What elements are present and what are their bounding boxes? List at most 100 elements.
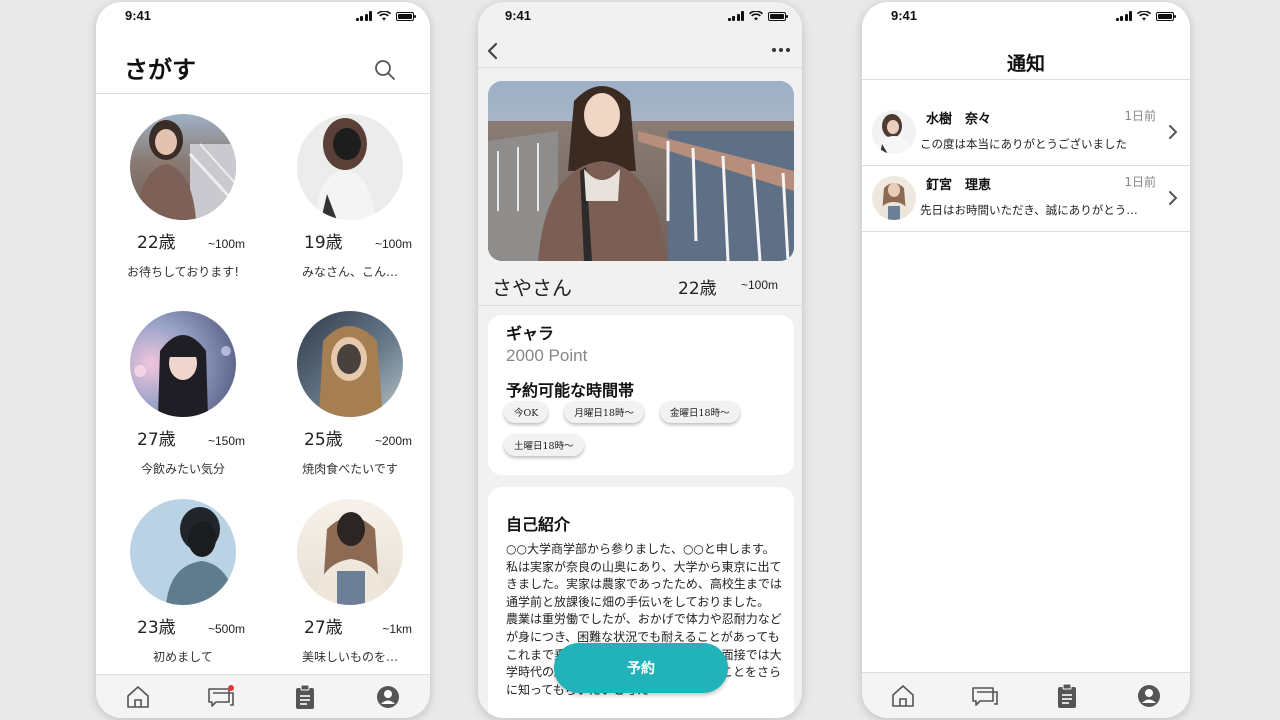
signal-icon — [1115, 11, 1132, 21]
slots-title: 予約可能な時間帯 — [506, 381, 635, 400]
avatar — [130, 311, 236, 417]
tab-reservations[interactable] — [1052, 681, 1082, 711]
notifications-screen: 9:41 通知 水樹 奈々 1日前 この度は本当にありがとうございました 釘宮 … — [862, 2, 1190, 718]
page-title: 通知 — [1006, 53, 1045, 75]
status-bar: 9:41 — [478, 2, 802, 34]
tab-home[interactable] — [888, 681, 918, 711]
header: さがす — [96, 34, 430, 94]
notification-text: 先日はお時間いただき、誠にありがとう… — [920, 203, 1138, 217]
home-icon — [126, 685, 149, 708]
chat-icon — [972, 686, 998, 706]
profile-name: さやさん — [492, 276, 572, 300]
status-bar: 9:41 — [96, 2, 430, 34]
profile-photo — [488, 81, 794, 261]
notification-time: 1日前 — [1124, 175, 1156, 189]
nav-bar — [478, 34, 802, 68]
time-slot-chip[interactable]: 月曜日18時〜 — [564, 401, 644, 423]
distance: ~100m — [207, 237, 245, 251]
profile-message: お待ちしております! — [126, 265, 240, 279]
tab-chat[interactable] — [206, 682, 236, 712]
signal-icon — [727, 11, 744, 21]
profile-message: 初めまして — [153, 650, 213, 664]
clipboard-icon — [1058, 683, 1076, 708]
chevron-right-icon — [1169, 125, 1178, 139]
profile-detail-screen: 9:41 さやさん 22歳 ~100m ギャラ 2000 Point 予約可能な… — [478, 2, 802, 718]
avatar — [130, 499, 236, 605]
chevron-right-icon — [1169, 191, 1178, 205]
tab-reservations[interactable] — [290, 682, 320, 712]
avatar — [297, 114, 403, 220]
distance: ~500m — [207, 622, 245, 636]
home-icon — [892, 684, 914, 707]
profile-card[interactable]: 23歳 ~500m 初めまして — [113, 499, 253, 665]
age: 19歳 — [304, 233, 343, 253]
age: 22歳 — [137, 233, 176, 253]
age: 25歳 — [304, 430, 343, 450]
booking-info-panel: ギャラ 2000 Point 予約可能な時間帯 今OK 月曜日18時〜 金曜日1… — [488, 315, 794, 475]
tab-chat[interactable] — [970, 681, 1000, 711]
profile-message: 美味しいものを… — [301, 650, 398, 664]
fee-title: ギャラ — [506, 324, 555, 343]
time-slot-chip[interactable]: 金曜日18時〜 — [659, 401, 740, 423]
tab-profile[interactable] — [1134, 681, 1164, 711]
intro-title: 自己紹介 — [506, 515, 571, 534]
distance: ~200m — [374, 434, 412, 448]
profile-message: みなさん、こん… — [301, 265, 398, 279]
back-icon[interactable] — [486, 42, 500, 60]
fee-value: 2000 Point — [506, 346, 588, 365]
age: 27歳 — [137, 430, 176, 450]
battery-icon — [396, 11, 416, 21]
age: 27歳 — [304, 618, 343, 638]
profile-message: 焼肉食べたいです — [302, 462, 398, 476]
wifi-icon — [377, 11, 391, 21]
unread-badge — [228, 684, 235, 691]
notification-time: 1日前 — [1124, 109, 1156, 123]
search-screen: 9:41 さがす 22歳 ~100m お待ちしております! 19歳 ~100m みな… — [96, 2, 430, 718]
status-time: 9:41 — [125, 8, 152, 23]
profile-card[interactable]: 27歳 ~150m 今飲みたい気分 — [113, 311, 253, 477]
notification-item[interactable]: 釘宮 理恵 1日前 先日はお時間いただき、誠にありがとう… — [862, 166, 1190, 232]
tab-bar — [862, 672, 1190, 718]
profile-card[interactable]: 27歳 ~1km 美味しいものを… — [280, 499, 420, 665]
signal-icon — [355, 11, 372, 21]
time-slot-list: 今OK 月曜日18時〜 金曜日18時〜 土曜日18時〜 — [504, 401, 784, 456]
distance: ~150m — [207, 434, 245, 448]
page-title: さがす — [124, 56, 196, 84]
profile-card[interactable]: 22歳 ~100m お待ちしております! — [113, 114, 253, 280]
notification-sender: 水樹 奈々 — [926, 112, 992, 127]
distance: ~1km — [382, 622, 412, 636]
avatar — [297, 311, 403, 417]
time-slot-chip[interactable]: 土曜日18時〜 — [504, 434, 584, 456]
profile-message: 今飲みたい気分 — [140, 462, 225, 476]
profile-card[interactable]: 19歳 ~100m みなさん、こん… — [280, 114, 420, 280]
notification-sender: 釘宮 理恵 — [926, 178, 992, 193]
profile-icon — [1138, 684, 1160, 707]
avatar — [297, 499, 403, 605]
age: 23歳 — [137, 618, 176, 638]
profile-age: 22歳 — [678, 279, 717, 299]
header: 通知 — [862, 34, 1190, 80]
status-time: 9:41 — [891, 8, 918, 23]
status-bar: 9:41 — [862, 2, 1190, 34]
wifi-icon — [749, 11, 763, 21]
avatar — [872, 176, 916, 220]
wifi-icon — [1137, 11, 1151, 21]
distance: ~100m — [374, 237, 412, 251]
reserve-button[interactable]: 予約 — [554, 643, 728, 693]
avatar — [130, 114, 236, 220]
profile-name-row: さやさん 22歳 ~100m — [478, 268, 802, 306]
profile-distance: ~100m — [741, 278, 779, 292]
profile-card[interactable]: 25歳 ~200m 焼肉食べたいです — [280, 311, 420, 477]
more-icon[interactable] — [772, 48, 790, 52]
battery-icon — [1156, 11, 1176, 21]
profile-icon — [377, 685, 400, 708]
notification-item[interactable]: 水樹 奈々 1日前 この度は本当にありがとうございました — [862, 100, 1190, 166]
tab-profile[interactable] — [373, 682, 403, 712]
status-time: 9:41 — [505, 8, 532, 23]
battery-icon — [768, 11, 788, 21]
notification-text: この度は本当にありがとうございました — [920, 137, 1127, 151]
tab-home[interactable] — [123, 682, 153, 712]
avatar — [872, 110, 916, 154]
search-icon[interactable] — [374, 59, 396, 81]
time-slot-chip[interactable]: 今OK — [504, 401, 549, 423]
